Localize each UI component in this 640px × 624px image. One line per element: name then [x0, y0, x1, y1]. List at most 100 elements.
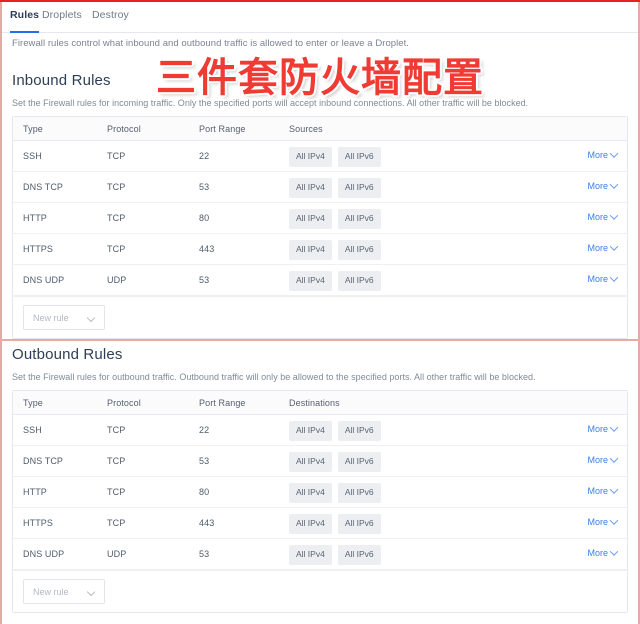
crop-border-top: [0, 0, 640, 2]
source-tag[interactable]: All IPv4: [289, 271, 332, 291]
more-link[interactable]: More: [587, 423, 619, 434]
inbound-section-description: Set the Firewall rules for incoming traf…: [12, 98, 529, 108]
outbound-section-description: Set the Firewall rules for outbound traf…: [12, 372, 536, 382]
more-link-label: More: [587, 486, 608, 496]
cell-protocol: UDP: [107, 549, 127, 559]
chevron-down-icon: [86, 587, 96, 597]
cell-sources: All IPv4 All IPv6: [289, 240, 381, 260]
source-tag[interactable]: All IPv6: [337, 147, 381, 167]
destination-tag[interactable]: All IPv6: [337, 452, 381, 472]
chevron-down-icon: [86, 313, 96, 323]
cell-port: 53: [199, 549, 210, 559]
more-link[interactable]: More: [587, 180, 619, 191]
inbound-new-rule-dropdown[interactable]: New rule: [23, 305, 105, 330]
chevron-down-icon: [609, 454, 619, 463]
cell-sources: All IPv4 All IPv6: [289, 147, 381, 167]
cell-protocol: TCP: [107, 456, 126, 466]
cell-type: DNS UDP: [23, 549, 65, 559]
more-link-label: More: [587, 243, 608, 253]
cell-sources: All IPv4 All IPv6: [289, 178, 381, 198]
cell-destinations: All IPv4 All IPv6: [289, 545, 381, 565]
cell-port: 53: [199, 182, 210, 192]
source-tag[interactable]: All IPv4: [289, 178, 332, 198]
source-tag[interactable]: All IPv6: [337, 178, 381, 198]
cell-port: 443: [199, 518, 215, 528]
cell-destinations: All IPv4 All IPv6: [289, 421, 381, 441]
chevron-down-icon: [609, 485, 619, 494]
table-row: HTTPS TCP 443 All IPv4 All IPv6 More: [13, 234, 627, 265]
more-link[interactable]: More: [587, 242, 619, 253]
chevron-down-icon: [609, 516, 619, 525]
outbound-rules-table: Type Protocol Port Range Destinations SS…: [12, 390, 628, 613]
cell-port: 53: [199, 456, 210, 466]
cell-type: SSH: [23, 425, 42, 435]
source-tag[interactable]: All IPv6: [337, 240, 381, 260]
table-row: HTTP TCP 80 All IPv4 All IPv6 More: [13, 477, 627, 508]
cell-protocol: UDP: [107, 275, 127, 285]
table-row: DNS TCP TCP 53 All IPv4 All IPv6 More: [13, 172, 627, 203]
outbound-table-footer: New rule: [13, 570, 627, 612]
cell-port: 443: [199, 244, 215, 254]
destination-tag[interactable]: All IPv4: [289, 545, 332, 565]
source-tag[interactable]: All IPv4: [289, 240, 332, 260]
source-tag[interactable]: All IPv4: [289, 209, 332, 229]
cell-type: DNS TCP: [23, 456, 64, 466]
more-link[interactable]: More: [587, 211, 619, 222]
inbound-header-sources: Sources: [289, 124, 323, 134]
cell-protocol: TCP: [107, 425, 126, 435]
outbound-new-rule-dropdown[interactable]: New rule: [23, 579, 105, 604]
destination-tag[interactable]: All IPv6: [337, 421, 381, 441]
destination-tag[interactable]: All IPv6: [337, 545, 381, 565]
inbound-rules-table: Type Protocol Port Range Sources SSH TCP…: [12, 116, 628, 339]
outbound-header-destinations: Destinations: [289, 398, 340, 408]
inbound-header-port: Port Range: [199, 124, 246, 134]
destination-tag[interactable]: All IPv4: [289, 514, 332, 534]
crop-border-left: [0, 2, 2, 624]
cell-protocol: TCP: [107, 213, 126, 223]
cell-type: DNS TCP: [23, 182, 64, 192]
cell-type: HTTP: [23, 213, 47, 223]
cell-protocol: TCP: [107, 518, 126, 528]
cell-destinations: All IPv4 All IPv6: [289, 514, 381, 534]
cell-protocol: TCP: [107, 151, 126, 161]
chevron-down-icon: [609, 180, 619, 189]
more-link[interactable]: More: [587, 149, 619, 160]
inbound-new-rule-label: New rule: [33, 313, 69, 323]
more-link-label: More: [587, 455, 608, 465]
table-row: SSH TCP 22 All IPv4 All IPv6 More: [13, 141, 627, 172]
destination-tag[interactable]: All IPv6: [337, 514, 381, 534]
more-link[interactable]: More: [587, 516, 619, 527]
more-link[interactable]: More: [587, 485, 619, 496]
inbound-table-footer: New rule: [13, 296, 627, 338]
more-link[interactable]: More: [587, 454, 619, 465]
crop-border-middle: [0, 339, 640, 341]
source-tag[interactable]: All IPv6: [337, 209, 381, 229]
destination-tag[interactable]: All IPv6: [337, 483, 381, 503]
chevron-down-icon: [609, 273, 619, 282]
more-link[interactable]: More: [587, 547, 619, 558]
more-link-label: More: [587, 548, 608, 558]
tab-destroy[interactable]: Destroy: [92, 9, 129, 31]
destination-tag[interactable]: All IPv4: [289, 421, 332, 441]
cell-destinations: All IPv4 All IPv6: [289, 452, 381, 472]
cell-sources: All IPv4 All IPv6: [289, 271, 381, 291]
cell-protocol: TCP: [107, 182, 126, 192]
tab-droplets[interactable]: Droplets: [42, 9, 82, 31]
table-row: DNS UDP UDP 53 All IPv4 All IPv6 More: [13, 539, 627, 570]
inbound-header-type: Type: [23, 124, 43, 134]
more-link-label: More: [587, 424, 608, 434]
outbound-header-type: Type: [23, 398, 43, 408]
tab-bar: Rules Droplets Destroy: [0, 3, 640, 33]
destination-tag[interactable]: All IPv4: [289, 483, 332, 503]
more-link[interactable]: More: [587, 273, 619, 284]
chevron-down-icon: [609, 149, 619, 158]
tab-rules[interactable]: Rules: [10, 9, 40, 33]
cell-port: 53: [199, 275, 210, 285]
table-row: DNS UDP UDP 53 All IPv4 All IPv6 More: [13, 265, 627, 296]
source-tag[interactable]: All IPv6: [337, 271, 381, 291]
cell-port: 22: [199, 425, 210, 435]
destination-tag[interactable]: All IPv4: [289, 452, 332, 472]
page-intro-text: Firewall rules control what inbound and …: [12, 38, 409, 49]
table-row: DNS TCP TCP 53 All IPv4 All IPv6 More: [13, 446, 627, 477]
source-tag[interactable]: All IPv4: [289, 147, 332, 167]
